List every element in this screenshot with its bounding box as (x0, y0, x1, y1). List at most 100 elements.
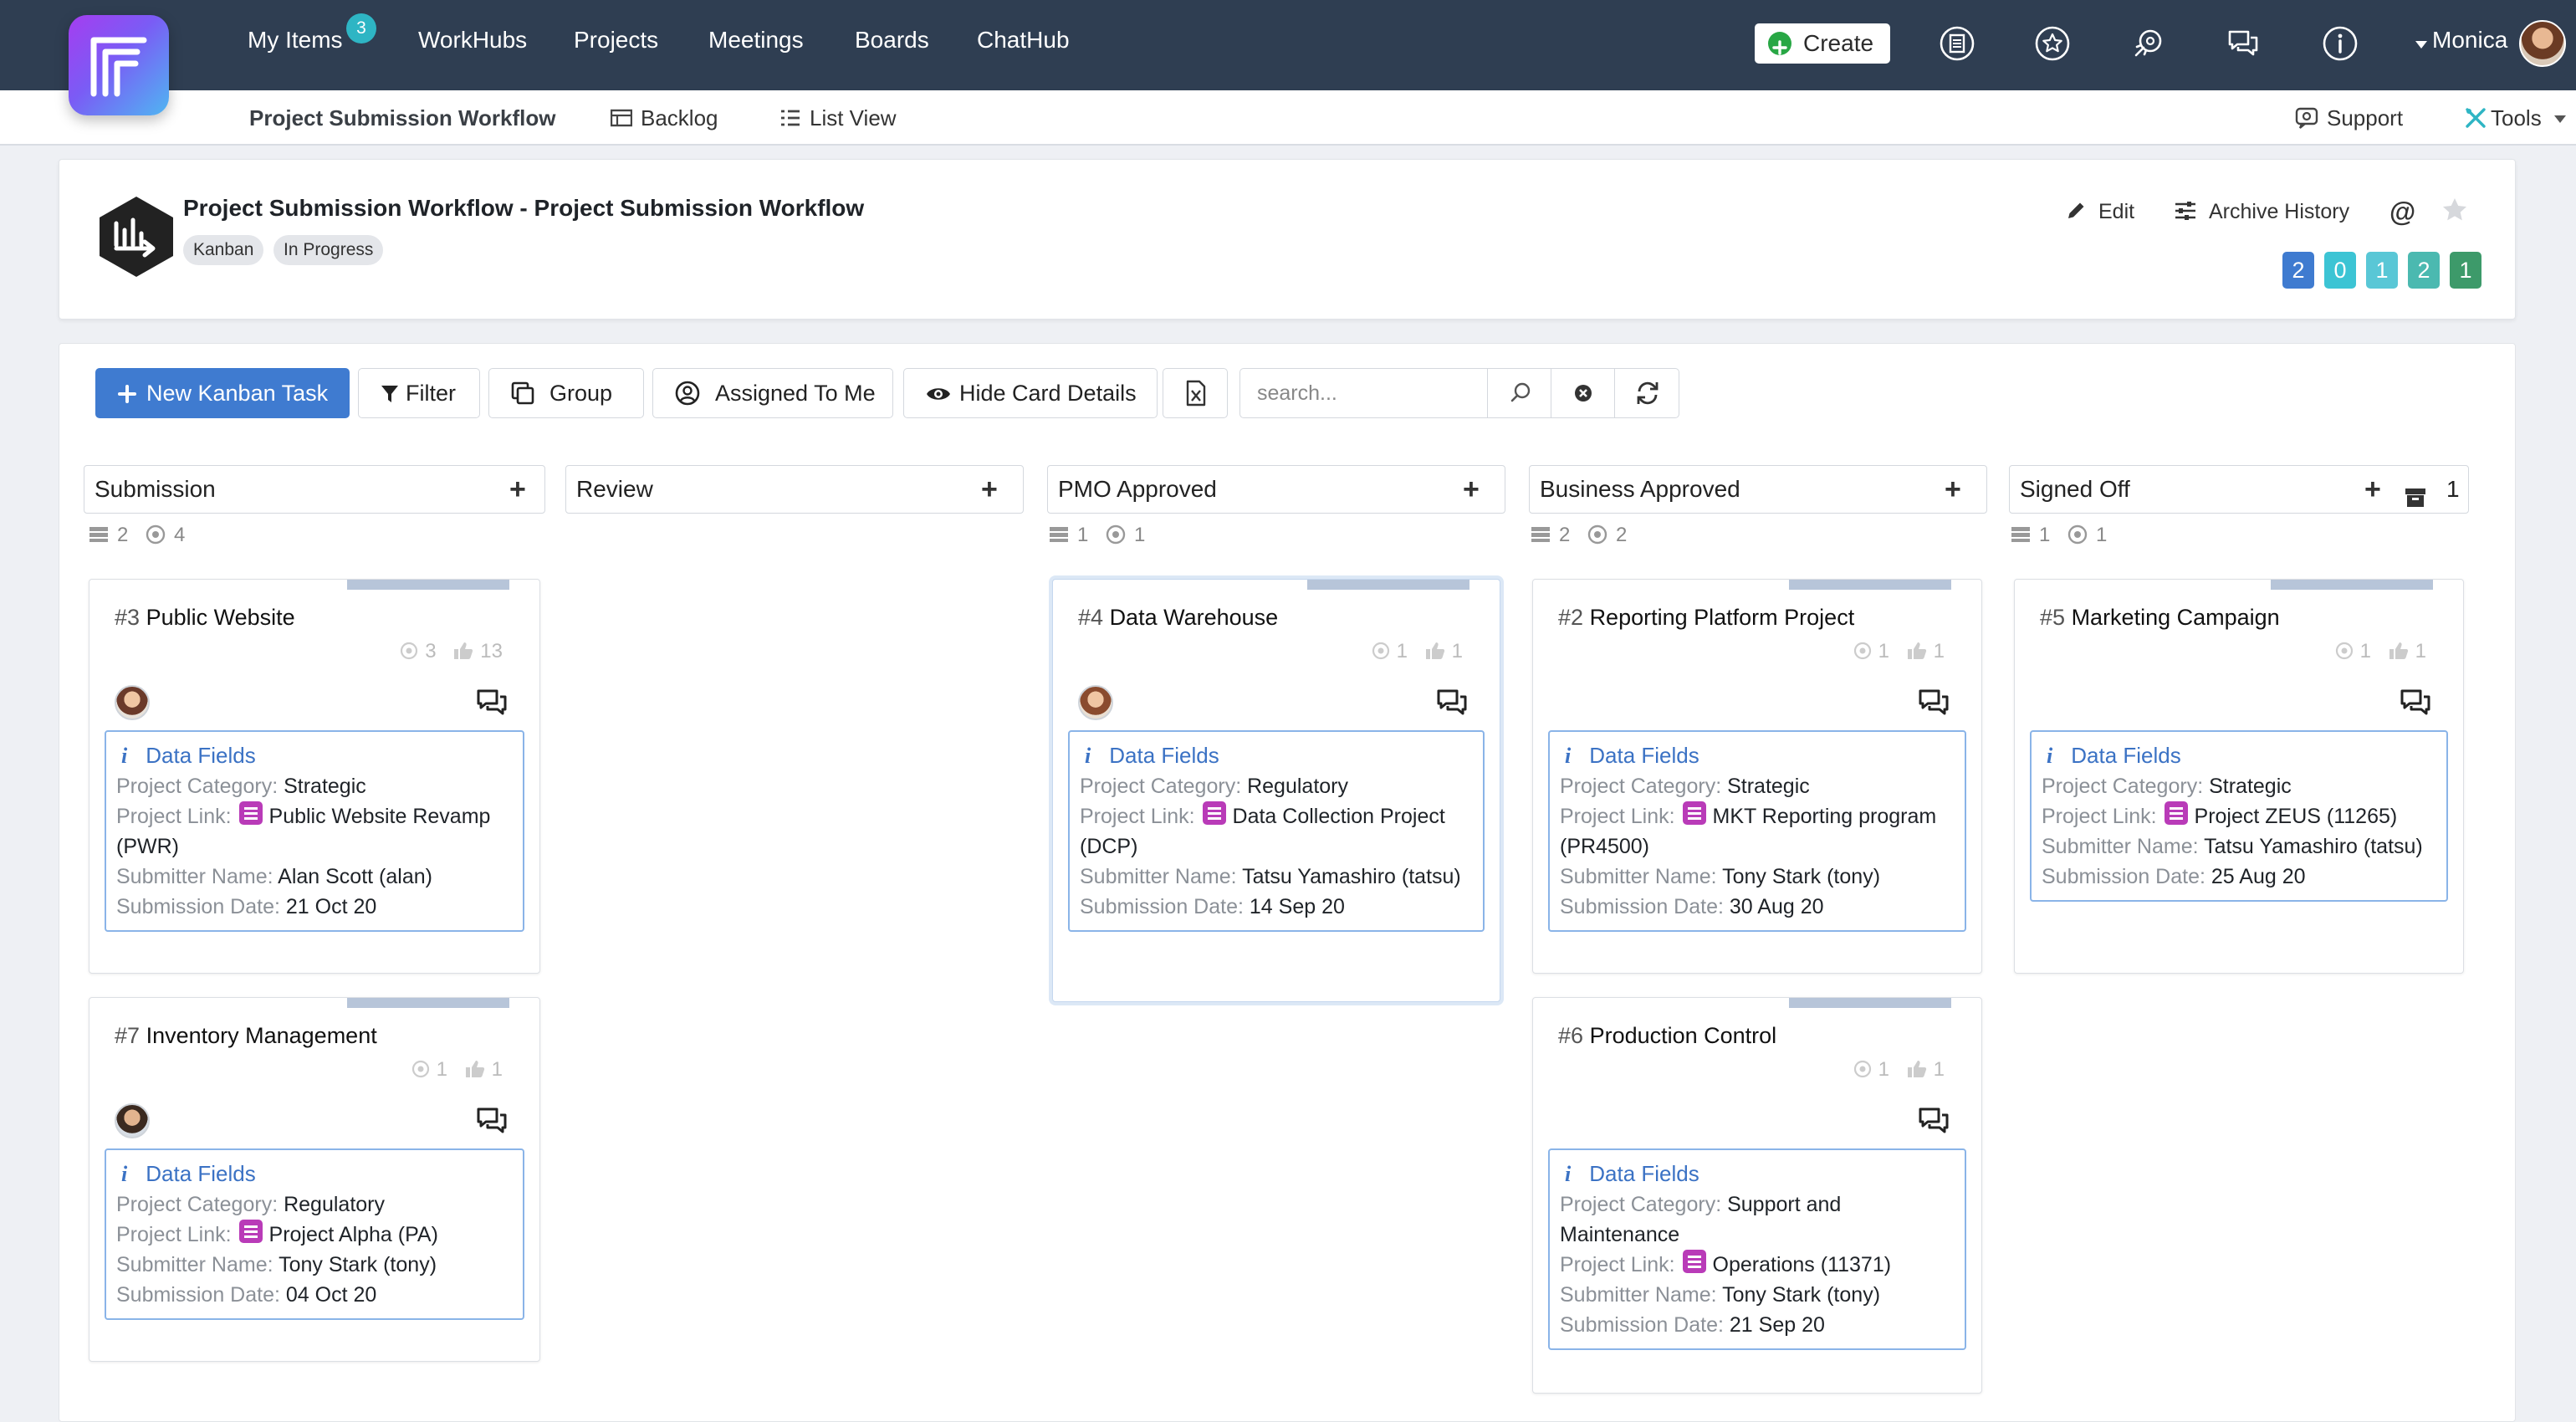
new-kanban-task-button[interactable]: New Kanban Task (95, 368, 350, 418)
nav-projects[interactable]: Projects (574, 27, 658, 54)
field-label: Project Link: (1560, 805, 1675, 828)
comments-icon[interactable] (2400, 688, 2431, 717)
newspaper-icon[interactable] (1939, 25, 1975, 62)
card-title[interactable]: #6 Production Control (1558, 1023, 1776, 1049)
nav-chathub[interactable]: ChatHub (977, 27, 1070, 54)
add-task-icon[interactable]: + (2364, 466, 2381, 513)
card-number: #5 (2040, 605, 2066, 630)
add-task-icon[interactable]: + (981, 466, 998, 513)
project-link-value[interactable]: Project ZEUS (11265) (2195, 805, 2398, 828)
hide-card-details-button[interactable]: Hide Card Details (903, 368, 1158, 418)
data-fields-header[interactable]: i Data Fields (2042, 740, 2436, 771)
field-label: Submitter Name: (2042, 835, 2199, 858)
nav-meetings[interactable]: Meetings (708, 27, 804, 54)
create-button[interactable]: Create (1755, 23, 1890, 64)
search-button[interactable] (1487, 368, 1552, 418)
column-header-submission[interactable]: Submission + (84, 465, 545, 514)
edit-label: Edit (2098, 200, 2135, 223)
filter-button[interactable]: Filter (358, 368, 480, 418)
vote-count: 1 (1933, 1058, 1945, 1081)
column-header-signed-off[interactable]: Signed Off + 1 (2009, 465, 2469, 514)
export-excel-button[interactable] (1163, 368, 1228, 418)
nav-my-items[interactable]: My Items (248, 27, 343, 54)
column-stats-pmo-approved: 1 1 (1049, 524, 1145, 547)
edit-button[interactable]: Edit (2065, 200, 2134, 224)
nav-workhubs[interactable]: WorkHubs (418, 27, 527, 54)
data-fields-header[interactable]: i Data Fields (116, 740, 513, 771)
app-logo[interactable] (69, 15, 169, 115)
favorite-star-icon[interactable] (2441, 197, 2468, 229)
card-title[interactable]: #5 Marketing Campaign (2040, 605, 2280, 631)
chat-bubbles-icon[interactable] (2225, 25, 2262, 62)
refresh-button[interactable] (1614, 368, 1679, 418)
chevron-down-icon[interactable] (2415, 38, 2427, 54)
project-link-value[interactable]: Operations (11371) (1713, 1253, 1892, 1276)
kanban-card[interactable]: #2 Reporting Platform Project 1 1 i Data … (1532, 579, 1982, 974)
group-icon (511, 381, 534, 405)
kanban-card[interactable]: #5 Marketing Campaign 1 1 i Data Fields P… (2014, 579, 2464, 974)
add-task-icon[interactable]: + (509, 466, 526, 513)
vote-count: 1 (2415, 640, 2426, 662)
data-fields-header[interactable]: i Data Fields (1560, 740, 1955, 771)
card-title[interactable]: #2 Reporting Platform Project (1558, 605, 1854, 631)
assignee-avatar[interactable] (115, 1103, 150, 1138)
pencil-icon (2068, 202, 2084, 218)
card-stats: 1 1 (411, 1058, 503, 1082)
comments-icon[interactable] (476, 688, 508, 717)
rocket-icon[interactable] (2129, 25, 2166, 62)
add-task-icon[interactable]: + (1945, 466, 1961, 513)
kanban-card[interactable]: #7 Inventory Management 1 1 i Data Fields… (89, 997, 540, 1362)
project-link-value[interactable]: Project Alpha (PA) (269, 1223, 438, 1246)
assignee-avatar[interactable] (115, 685, 150, 720)
card-stats: 3 13 (400, 640, 503, 663)
count-badge-3: 1 (2366, 252, 2398, 289)
data-fields-header[interactable]: i Data Fields (1080, 740, 1473, 771)
add-task-icon[interactable]: + (1463, 466, 1480, 513)
card-title[interactable]: #3 Public Website (115, 605, 295, 631)
info-icon: i (121, 744, 128, 768)
archive-box-icon[interactable] (2405, 478, 2426, 524)
item-count: 1 (2096, 524, 2108, 546)
backlog-link[interactable]: Backlog (610, 105, 718, 131)
search-input[interactable]: search... (1239, 368, 1489, 418)
support-chat-icon (2295, 107, 2318, 129)
card-title[interactable]: #4 Data Warehouse (1078, 605, 1278, 631)
comments-icon[interactable] (1918, 688, 1950, 717)
group-button[interactable]: Group (488, 368, 644, 418)
tools-menu[interactable]: Tools (2464, 105, 2566, 131)
support-link[interactable]: Support (2295, 105, 2403, 131)
user-name[interactable]: Monica (2432, 27, 2507, 54)
project-category-value: Strategic (284, 775, 366, 798)
star-badge-icon[interactable] (2034, 25, 2071, 62)
list-view-link[interactable]: List View (779, 105, 897, 131)
clear-search-button[interactable] (1551, 368, 1616, 418)
comments-icon[interactable] (1436, 688, 1468, 717)
assigned-to-me-button[interactable]: Assigned To Me (652, 368, 893, 418)
info-icon[interactable] (2322, 25, 2359, 62)
card-number: #6 (1558, 1023, 1584, 1048)
create-button-label: Create (1803, 30, 1874, 56)
user-avatar[interactable] (2519, 20, 2566, 67)
sliders-icon (2175, 202, 2195, 220)
user-circle-icon (675, 381, 700, 406)
data-fields-header[interactable]: i Data Fields (1560, 1159, 1955, 1189)
workflow-breadcrumb[interactable]: Project Submission Workflow (249, 105, 555, 131)
comments-icon[interactable] (476, 1107, 508, 1135)
kanban-card[interactable]: #6 Production Control 1 1 i Data Fields P… (1532, 997, 1982, 1394)
card-number: #4 (1078, 605, 1104, 630)
field-label: Submitter Name: (1560, 865, 1717, 888)
assignee-avatar[interactable] (1078, 685, 1113, 720)
kanban-card[interactable]: #4 Data Warehouse 1 1 i Data Fields Proje… (1052, 579, 1500, 1002)
nav-boards[interactable]: Boards (855, 27, 929, 54)
column-header-review[interactable]: Review + (565, 465, 1024, 514)
card-title-text: Inventory Management (146, 1023, 377, 1048)
column-header-business-approved[interactable]: Business Approved + (1529, 465, 1987, 514)
kanban-card[interactable]: #3 Public Website 3 13 i Data Fields Proj… (89, 579, 540, 974)
mention-icon[interactable]: @ (2389, 197, 2415, 228)
data-fields-header[interactable]: i Data Fields (116, 1159, 513, 1189)
archive-history-button[interactable]: Archive History (2174, 200, 2349, 224)
column-title: PMO Approved (1058, 476, 1217, 502)
card-title[interactable]: #7 Inventory Management (115, 1023, 377, 1049)
column-header-pmo-approved[interactable]: PMO Approved + (1047, 465, 1505, 514)
comments-icon[interactable] (1918, 1107, 1950, 1135)
